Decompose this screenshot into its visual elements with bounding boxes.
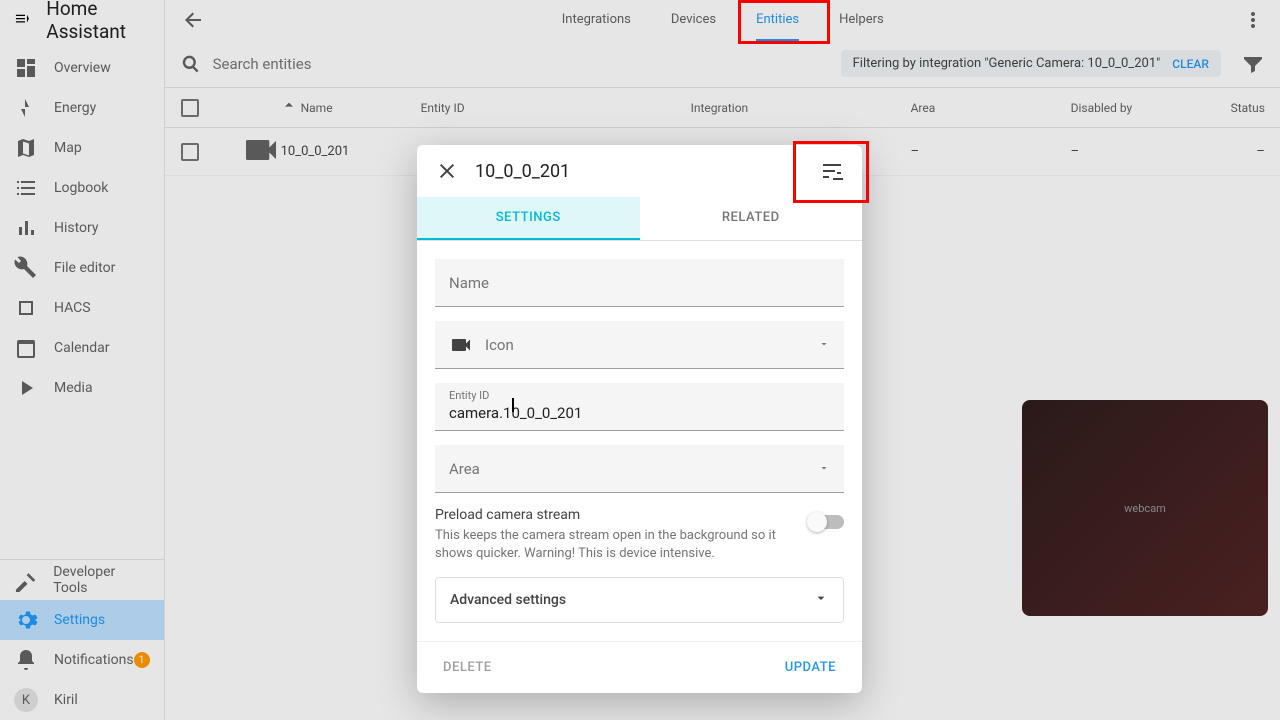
chevron-down-icon: [813, 590, 829, 610]
dialog-title: 10_0_0_201: [475, 161, 820, 182]
entity-id-label: Entity ID: [449, 389, 489, 402]
name-field[interactable]: Name: [435, 259, 844, 307]
preload-title: Preload camera stream: [435, 507, 794, 523]
chevron-down-icon: [818, 335, 830, 354]
icon-field[interactable]: Icon: [435, 321, 844, 369]
advanced-label: Advanced settings: [450, 592, 813, 608]
preload-description: This keeps the camera stream open in the…: [435, 527, 794, 563]
advanced-settings-button[interactable]: Advanced settings: [435, 577, 844, 623]
preload-section: Preload camera stream This keeps the cam…: [435, 507, 844, 563]
close-button[interactable]: [435, 159, 459, 183]
dialog-tab-related[interactable]: RELATED: [640, 197, 863, 240]
entity-id-value: camera.10_0_0_201: [449, 404, 582, 422]
delete-button[interactable]: DELETE: [435, 654, 500, 681]
area-label: Area: [449, 460, 480, 478]
name-label: Name: [449, 274, 489, 292]
entity-settings-dialog: 10_0_0_201 SETTINGS RELATED Name Icon En…: [417, 145, 862, 693]
entity-id-field[interactable]: Entity ID camera.10_0_0_201: [435, 383, 844, 431]
icon-label: Icon: [485, 336, 514, 354]
preload-toggle[interactable]: [810, 515, 844, 529]
text-cursor: [512, 398, 514, 412]
tune-icon[interactable]: [820, 159, 844, 183]
update-button[interactable]: UPDATE: [777, 654, 844, 681]
dialog-tab-settings[interactable]: SETTINGS: [417, 197, 640, 240]
camera-icon: [449, 333, 473, 357]
area-field[interactable]: Area: [435, 445, 844, 493]
chevron-down-icon: [818, 459, 830, 478]
webcam-overlay: webcam: [1022, 400, 1268, 616]
